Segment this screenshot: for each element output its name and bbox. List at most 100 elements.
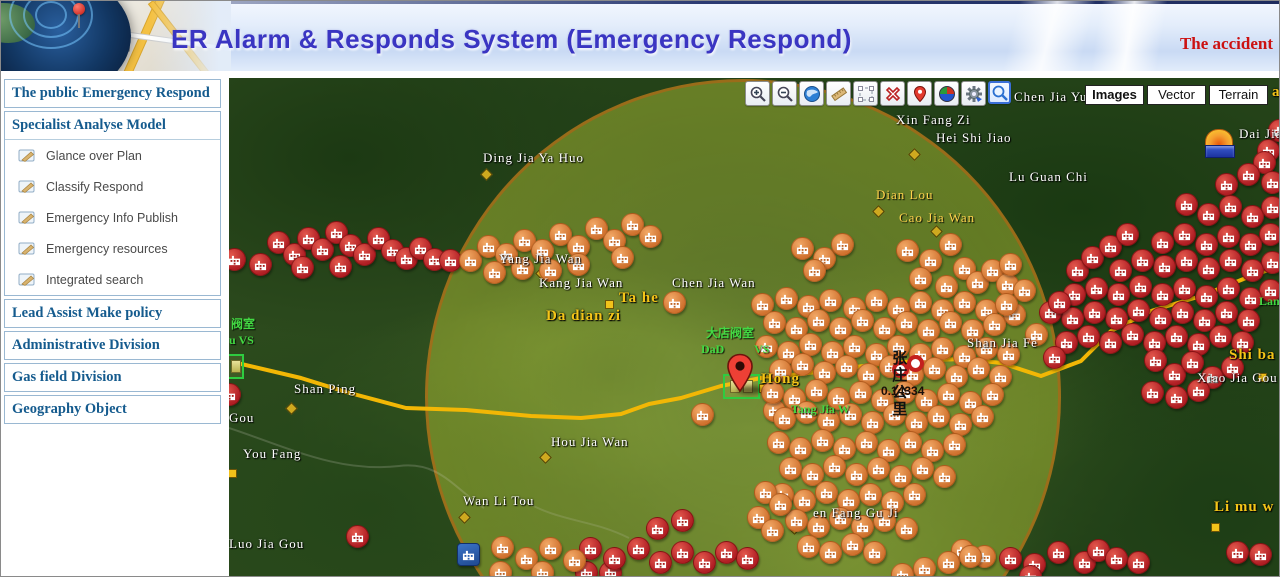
house-marker-orange[interactable] — [795, 401, 818, 424]
house-marker-red[interactable] — [1197, 203, 1220, 226]
sidebar-item-integrated-search[interactable]: Integrated search — [5, 264, 220, 295]
house-marker-orange[interactable] — [867, 457, 890, 480]
house-marker-orange[interactable] — [937, 551, 960, 574]
house-marker-red[interactable] — [1175, 193, 1198, 216]
house-marker-red[interactable] — [736, 547, 759, 570]
house-marker-red[interactable] — [1239, 233, 1262, 256]
layer-button-images[interactable]: Images — [1085, 85, 1144, 105]
map-canvas[interactable]: Chen Jia Yuan ZiXin Fang ZiHei Shi JiaoL… — [229, 78, 1280, 576]
house-marker-red[interactable] — [1175, 249, 1198, 272]
house-marker-orange[interactable] — [971, 405, 994, 428]
house-marker-orange[interactable] — [611, 246, 634, 269]
house-marker-red[interactable] — [346, 525, 369, 548]
house-marker-red[interactable] — [1217, 277, 1240, 300]
house-marker-red[interactable] — [1151, 283, 1174, 306]
sidebar-header-specialist-analyse-model[interactable]: Specialist Analyse Model — [5, 112, 220, 139]
house-marker-orange[interactable] — [981, 383, 1004, 406]
house-marker-orange[interactable] — [835, 355, 858, 378]
house-marker-orange[interactable] — [567, 253, 590, 276]
house-marker-red[interactable] — [1197, 257, 1220, 280]
house-marker-orange[interactable] — [953, 291, 976, 314]
house-marker-orange[interactable] — [791, 353, 814, 376]
house-marker-orange[interactable] — [909, 267, 932, 290]
house-marker-red[interactable] — [715, 541, 738, 564]
house-marker-orange[interactable] — [539, 259, 562, 282]
house-marker-orange[interactable] — [913, 557, 936, 576]
house-marker-orange[interactable] — [995, 293, 1018, 316]
house-marker-red[interactable] — [1219, 195, 1242, 218]
house-marker-orange[interactable] — [823, 455, 846, 478]
valve-station-box[interactable] — [229, 354, 244, 379]
house-marker-orange[interactable] — [811, 429, 834, 452]
house-marker-red[interactable] — [1215, 173, 1238, 196]
house-marker-red[interactable] — [1165, 386, 1188, 409]
house-marker-orange[interactable] — [943, 433, 966, 456]
house-marker-orange[interactable] — [775, 287, 798, 310]
house-marker-orange[interactable] — [959, 545, 982, 568]
house-marker-red[interactable] — [999, 547, 1022, 570]
house-marker-orange[interactable] — [511, 257, 534, 280]
house-marker-orange[interactable] — [911, 457, 934, 480]
house-marker-orange[interactable] — [761, 381, 784, 404]
house-marker-red[interactable] — [1121, 323, 1144, 346]
sidebar-item-glance-over-plan[interactable]: Glance over Plan — [5, 140, 220, 171]
house-marker-red[interactable] — [1083, 301, 1106, 324]
house-marker-red[interactable] — [1239, 287, 1262, 310]
house-marker-orange[interactable] — [803, 259, 826, 282]
house-marker-orange[interactable] — [896, 239, 919, 262]
house-marker-red[interactable] — [1151, 231, 1174, 254]
house-marker-orange[interactable] — [491, 536, 514, 559]
house-marker-red[interactable] — [1043, 346, 1066, 369]
house-marker-orange[interactable] — [691, 403, 714, 426]
house-marker-red[interactable] — [1171, 301, 1194, 324]
house-marker-red[interactable] — [1195, 233, 1218, 256]
sidebar-header-gas-field-division[interactable]: Gas field Division — [5, 364, 220, 391]
house-marker-orange[interactable] — [999, 253, 1022, 276]
add-marker-icon[interactable] — [907, 81, 932, 106]
house-marker-orange[interactable] — [899, 431, 922, 454]
house-marker-orange[interactable] — [851, 309, 874, 332]
house-marker-orange[interactable] — [805, 379, 828, 402]
house-marker-orange[interactable] — [761, 519, 784, 542]
house-marker-orange[interactable] — [967, 357, 990, 380]
house-marker-red[interactable] — [649, 551, 672, 574]
house-marker-orange[interactable] — [883, 403, 906, 426]
sidebar-header-geography-object[interactable]: Geography Object — [5, 396, 220, 423]
earth-icon[interactable] — [799, 81, 824, 106]
zoom-in-icon[interactable] — [745, 81, 770, 106]
house-marker-orange[interactable] — [539, 537, 562, 560]
house-marker-red[interactable] — [1116, 223, 1139, 246]
house-marker-red[interactable] — [1249, 543, 1272, 566]
house-marker-orange[interactable] — [839, 403, 862, 426]
house-marker-red[interactable] — [1237, 163, 1260, 186]
house-marker-red[interactable] — [671, 509, 694, 532]
layer-button-terrain[interactable]: Terrain — [1209, 85, 1268, 105]
house-marker-orange[interactable] — [939, 311, 962, 334]
house-marker-red[interactable] — [291, 256, 314, 279]
house-marker-orange[interactable] — [767, 431, 790, 454]
house-marker-orange[interactable] — [873, 509, 896, 532]
house-marker-red[interactable] — [1165, 325, 1188, 348]
house-marker-orange[interactable] — [933, 465, 956, 488]
house-marker-red[interactable] — [671, 541, 694, 564]
house-marker-red[interactable] — [1261, 171, 1280, 194]
house-marker-red[interactable] — [1173, 277, 1196, 300]
house-marker-red[interactable] — [249, 253, 272, 276]
house-marker-red[interactable] — [693, 551, 716, 574]
sidebar-header-administrative-division[interactable]: Administrative Division — [5, 332, 220, 359]
house-marker-red[interactable] — [1221, 356, 1244, 379]
house-marker-orange[interactable] — [903, 483, 926, 506]
house-marker-orange[interactable] — [939, 233, 962, 256]
house-marker-orange[interactable] — [791, 237, 814, 260]
house-marker-orange[interactable] — [893, 381, 916, 404]
house-marker-orange[interactable] — [895, 311, 918, 334]
house-marker-red[interactable] — [1219, 249, 1242, 272]
house-marker-orange[interactable] — [983, 313, 1006, 336]
house-marker-red[interactable] — [329, 255, 352, 278]
house-marker-orange[interactable] — [997, 343, 1020, 366]
house-marker-orange[interactable] — [927, 405, 950, 428]
house-marker-orange[interactable] — [663, 291, 686, 314]
house-marker-red[interactable] — [1217, 225, 1240, 248]
zoom-out-icon[interactable] — [772, 81, 797, 106]
sidebar-header-public-emergency-respond[interactable]: The public Emergency Respond — [5, 80, 220, 107]
